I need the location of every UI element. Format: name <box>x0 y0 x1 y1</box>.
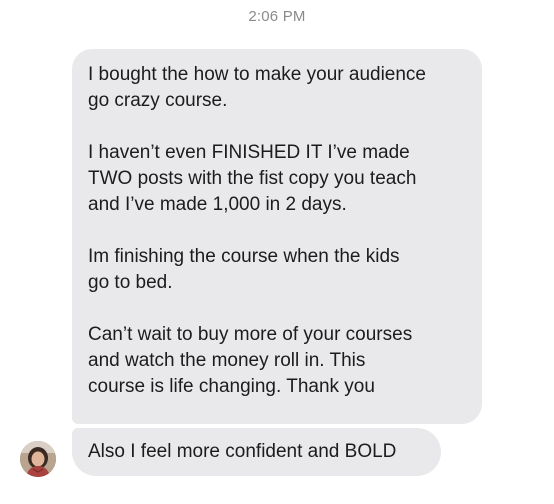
user-avatar-icon <box>20 441 56 477</box>
message-paragraph: Can’t wait to buy more of your courses a… <box>88 324 413 397</box>
message-timestamp: 2:06 PM <box>248 8 306 25</box>
message-paragraph: I haven’t even FINISHED IT I’ve made TWO… <box>88 142 417 215</box>
message-bubble[interactable]: Also I feel more confident and BOLD <box>72 428 441 476</box>
message-paragraph: I bought the how to make your audience g… <box>88 64 427 111</box>
message-bubble[interactable]: I bought the how to make your audience g… <box>72 49 482 424</box>
message-paragraph: Im finishing the course when the kids go… <box>88 246 400 293</box>
sender-avatar[interactable] <box>20 441 56 477</box>
message-text: Also I feel more confident and BOLD <box>88 441 397 462</box>
